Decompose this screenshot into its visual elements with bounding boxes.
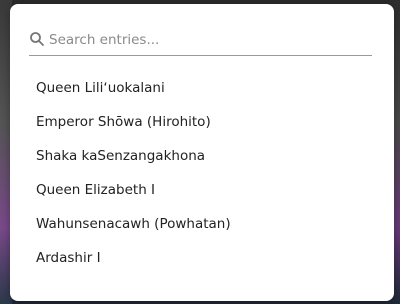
list-item[interactable]: Emperor Shōwa (Hirohito) xyxy=(10,105,394,139)
results-list: Queen Liliʻuokalani Emperor Shōwa (Hiroh… xyxy=(10,71,394,275)
list-item[interactable]: Wahunsenacawh (Powhatan) xyxy=(10,207,394,241)
search-icon xyxy=(29,31,45,47)
list-item[interactable]: Shaka kaSenzangakhona xyxy=(10,139,394,173)
list-item[interactable]: Ardashir I xyxy=(10,241,394,275)
list-item[interactable]: Queen Elizabeth I xyxy=(10,173,394,207)
search-dialog: Queen Liliʻuokalani Emperor Shōwa (Hiroh… xyxy=(10,4,394,301)
search-input[interactable] xyxy=(49,29,359,51)
search-bar xyxy=(29,27,372,56)
list-item[interactable]: Queen Liliʻuokalani xyxy=(10,71,394,105)
